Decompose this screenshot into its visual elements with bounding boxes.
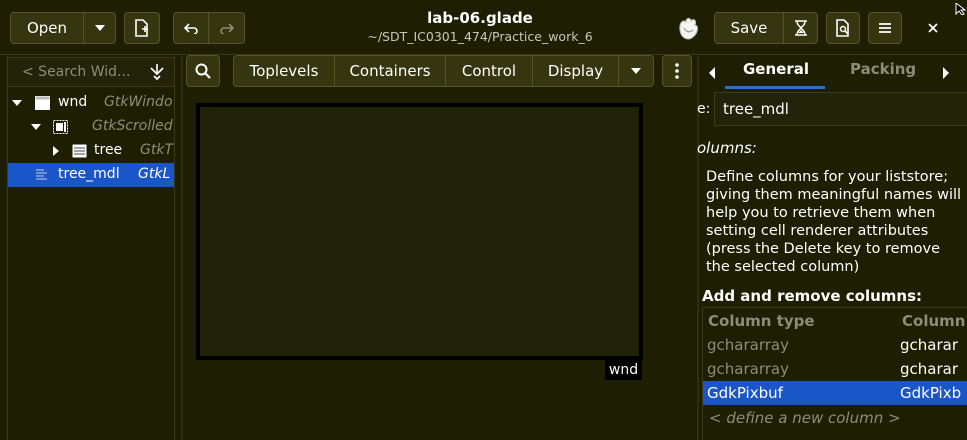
redo-icon (219, 23, 234, 34)
palette-group-containers[interactable]: Containers (335, 55, 446, 87)
column-type-cell: GdkPixbuf (707, 384, 783, 402)
tab-general[interactable]: General (743, 60, 809, 78)
add-remove-columns-label: Add and remove columns: (702, 287, 922, 305)
widget-search-input[interactable]: < Search Wid... (7, 57, 175, 87)
chevron-down-icon (631, 68, 641, 74)
palette-group-label: Toplevels (249, 62, 319, 80)
table-row[interactable]: GdkPixbuf GdkPixb (703, 381, 967, 405)
tab-scroll-right-button[interactable] (942, 64, 950, 83)
palette-group-toplevels[interactable]: Toplevels (233, 55, 335, 87)
column-type-cell: gchararray (707, 336, 789, 354)
header-bar: Open lab-06.glade ~/SDT_IC0301_474/Pract… (0, 0, 967, 55)
open-button-label: Open (26, 19, 68, 37)
palette-more-groups-button[interactable] (619, 55, 654, 87)
vertical-ellipsis-icon (675, 63, 679, 79)
name-field-label: e: (697, 101, 711, 117)
scrolled-window-icon (53, 120, 68, 134)
palette-group-label: Containers (349, 62, 431, 80)
palette-menu-button[interactable] (662, 55, 692, 87)
tree-item-name: tree_mdl (58, 166, 120, 182)
mouse-pointer-icon (953, 0, 967, 16)
description-line: the selected column) (706, 259, 860, 275)
new-document-icon (135, 19, 148, 37)
tree-item-scrolled-window[interactable]: GtkScrolled (8, 115, 174, 139)
liststore-icon (36, 169, 47, 180)
recent-files-dropdown-button[interactable] (84, 12, 116, 44)
define-new-column-row[interactable]: < define a new column > (709, 409, 901, 427)
expander-open-icon[interactable] (12, 98, 22, 108)
open-button[interactable]: Open (10, 12, 84, 44)
table-row[interactable]: gchararray gcharar (703, 333, 967, 357)
close-icon (928, 23, 938, 33)
widget-search-placeholder: < Search Wid... (22, 64, 131, 80)
tree-item-type: GtkL (138, 166, 171, 182)
columns-section-label: olumns: (697, 139, 757, 157)
new-project-button[interactable] (124, 12, 160, 44)
redo-button[interactable] (209, 12, 245, 44)
id-name-value: tree_mdl (723, 100, 789, 118)
columns-table: Column type Column gchararray gcharar gc… (702, 307, 967, 440)
column-name-cell: gcharar (900, 360, 958, 378)
description-line: help you to retrieve them when (706, 205, 936, 221)
treeview-icon (72, 144, 87, 158)
design-canvas-window[interactable] (196, 103, 643, 360)
tree-item-name: wnd (58, 94, 88, 110)
column-type-cell: gchararray (707, 360, 789, 378)
save-button[interactable]: Save (714, 12, 784, 44)
description-line: setting cell renderer attributes (706, 223, 929, 239)
save-button-label: Save (730, 19, 768, 37)
palette-group-display[interactable]: Display (533, 55, 619, 87)
expander-closed-icon[interactable] (51, 146, 61, 156)
column-name-cell: GdkPixb (900, 384, 962, 402)
main-menu-button[interactable] (868, 12, 902, 44)
tab-scroll-left-button[interactable] (708, 64, 716, 83)
description-line: Define columns for your liststore; (706, 169, 949, 185)
tab-packing[interactable]: Packing (850, 60, 916, 78)
chevron-down-icon (94, 25, 105, 31)
tree-item-type: GtkScrolled (92, 118, 173, 134)
palette-search-button[interactable] (186, 55, 220, 87)
description-line: (press the Delete key to remove (706, 241, 941, 257)
tree-item-type: GtkT (140, 142, 173, 158)
chevron-left-icon (709, 67, 715, 79)
close-window-button[interactable] (918, 15, 948, 41)
search-icon (195, 63, 211, 79)
expand-all-button[interactable] (149, 63, 165, 85)
tree-item-tree[interactable]: tree GtkT (8, 139, 174, 163)
palette-group-label: Display (547, 62, 604, 80)
window-title: lab-06.glade (427, 9, 533, 27)
tree-item-tree-mdl[interactable]: tree_mdl GtkL (8, 163, 174, 187)
glade-logo-icon (675, 14, 701, 42)
expand-all-icon (150, 64, 164, 81)
undo-button[interactable] (173, 12, 209, 44)
column-name-cell: gcharar (900, 336, 958, 354)
hamburger-menu-icon (879, 23, 891, 33)
save-as-button[interactable] (784, 12, 818, 44)
columns-description: Define columns for your liststore; givin… (706, 168, 967, 276)
chevron-right-icon (943, 67, 949, 79)
tree-item-wnd[interactable]: wnd GtkWindo (8, 91, 174, 115)
column-header-type[interactable]: Column type (708, 312, 815, 330)
hourglass-icon (794, 20, 807, 36)
glade-window: { "header": { "title": "lab-06.glade", "… (0, 0, 967, 440)
undo-icon (184, 23, 198, 34)
pane-separator[interactable] (181, 56, 183, 440)
window-icon (35, 96, 50, 110)
description-line: giving them meaningful names will (706, 187, 962, 203)
document-preview-icon (836, 19, 849, 37)
table-row[interactable]: gchararray gcharar (703, 357, 967, 381)
canvas-window-name-label: wnd (605, 360, 642, 380)
expander-open-icon[interactable] (31, 122, 41, 132)
palette-group-control[interactable]: Control (446, 55, 533, 87)
id-name-input[interactable]: tree_mdl (714, 92, 967, 126)
palette-group-label: Control (461, 62, 517, 80)
column-header-name[interactable]: Column (902, 312, 965, 330)
window-subtitle: ~/SDT_IC0301_474/Practice_work_6 (367, 29, 593, 44)
tree-item-name: tree (94, 142, 123, 158)
active-tab-indicator (725, 86, 825, 89)
tree-item-type: GtkWindo (104, 94, 173, 110)
preview-button[interactable] (826, 12, 860, 44)
